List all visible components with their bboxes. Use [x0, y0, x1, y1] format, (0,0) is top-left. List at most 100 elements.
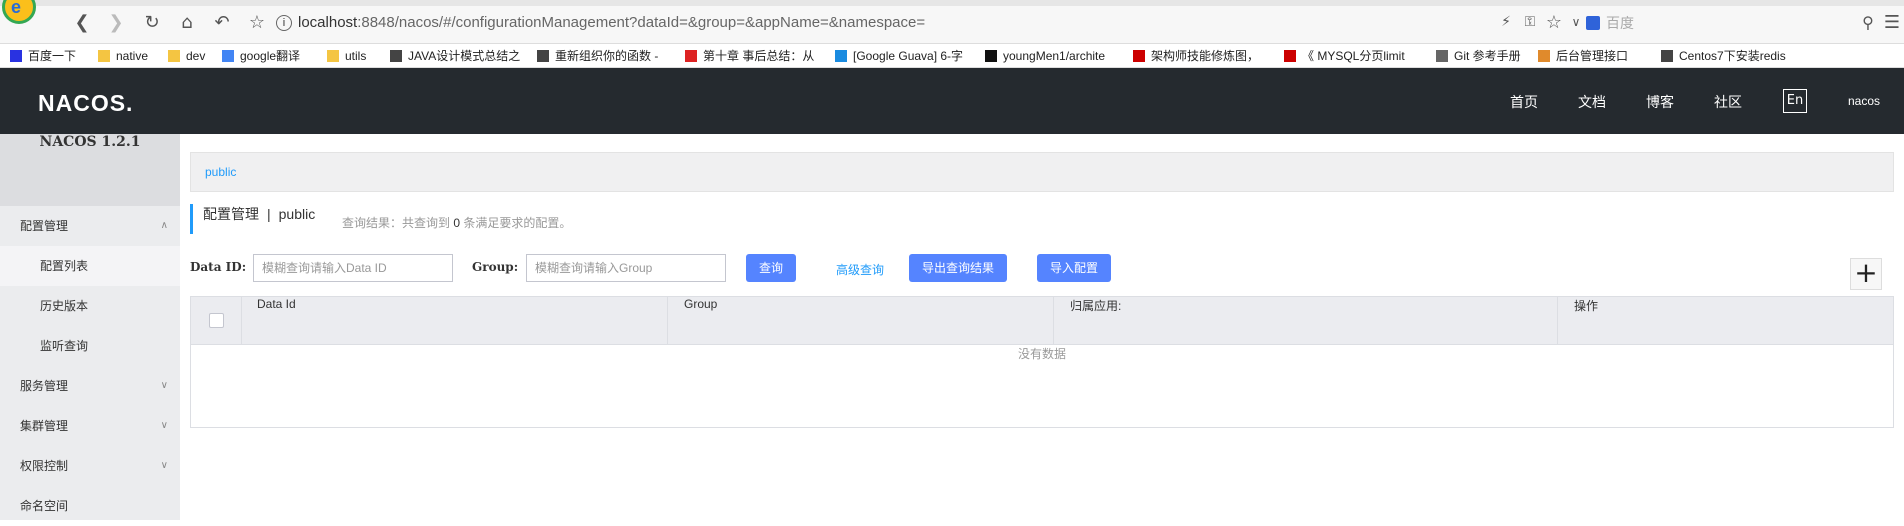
bookmark-label: native — [116, 49, 149, 63]
bookmark-item[interactable]: [Google Guava] 6-字 — [835, 48, 963, 64]
bookmark-item[interactable]: 百度一下 — [10, 48, 76, 64]
result-prefix: 查询结果：共查询到 — [342, 216, 451, 230]
column-header-group[interactable]: Group — [684, 297, 717, 345]
search-box[interactable]: 百度 — [1586, 11, 1886, 35]
page-title-namespace: public — [278, 206, 316, 222]
namespace-bar: public — [190, 152, 1894, 192]
sidebar-item-label: 集群管理 — [20, 419, 69, 433]
bookmark-label: JAVA设计模式总结之 — [408, 49, 521, 63]
bookmark-label: dev — [186, 49, 206, 63]
pen-icon — [537, 50, 549, 62]
bookmark-item[interactable]: google翻译 — [222, 48, 300, 64]
sidebar-item-history[interactable]: 历史版本 — [0, 286, 180, 326]
bookmark-item[interactable]: dev — [168, 48, 205, 64]
bookmark-item[interactable]: Git 参考手册 — [1436, 48, 1521, 64]
forward-icon[interactable]: ❯ — [104, 10, 128, 34]
bookmark-item[interactable]: 《 MYSQL分页limit — [1284, 48, 1405, 64]
url-host: localhost — [298, 14, 358, 31]
column-divider — [1557, 297, 1558, 345]
column-divider — [241, 297, 242, 345]
tab-strip — [0, 0, 1904, 6]
folder-icon — [168, 50, 180, 62]
column-header-data-id[interactable]: Data Id — [257, 297, 296, 345]
bookmark-item[interactable]: Centos7下安装redis — [1661, 48, 1786, 64]
group-label: Group: — [472, 260, 519, 274]
doc-icon — [1436, 50, 1448, 62]
key-icon[interactable]: ⚿ — [1518, 10, 1542, 34]
sidebar-item-label: 服务管理 — [20, 379, 69, 393]
site-info-icon[interactable]: i — [276, 15, 292, 32]
github-icon — [985, 50, 997, 62]
data-id-input[interactable]: 模糊查询请输入Data ID — [253, 254, 453, 282]
bookmark-item[interactable]: 后台管理接口 — [1538, 48, 1628, 64]
bookmark-label: Centos7下安装redis — [1679, 49, 1786, 63]
sidebar-item-listener-query[interactable]: 监听查询 — [0, 326, 180, 366]
undo-icon[interactable]: ↶ — [210, 10, 234, 34]
page-title: 配置管理 | public — [190, 204, 315, 234]
user-name[interactable]: nacos — [1848, 94, 1880, 108]
url-path: :8848/nacos/#/configurationManagement?da… — [357, 14, 926, 31]
bookmark-item[interactable]: youngMen1/archite — [985, 48, 1105, 64]
lightning-icon[interactable]: ⚡ — [1494, 10, 1518, 34]
select-all-checkbox[interactable] — [209, 313, 224, 328]
bookmark-label: 百度一下 — [28, 49, 77, 63]
search-icon[interactable]: ⚲ — [1856, 10, 1880, 34]
bookmark-item[interactable]: 重新组织你的函数 - — [537, 48, 658, 64]
sidebar-item-access-control[interactable]: 权限控制 ∨ — [0, 446, 180, 486]
chevron-up-icon: ∧ — [160, 220, 168, 231]
namespace-tab-public[interactable]: public — [205, 165, 236, 179]
sidebar-item-config-list[interactable]: 配置列表 — [0, 246, 180, 286]
bookmark-icon — [1661, 50, 1673, 62]
table-header: Data Id Group 归属应用: 操作 — [191, 297, 1893, 345]
home-icon[interactable]: ⌂ — [175, 10, 199, 34]
sidebar: NACOS 1.2.1 配置管理 ∧ 配置列表 历史版本 监听查询 服务管理 ∨… — [0, 134, 180, 520]
sidebar-item-namespace[interactable]: 命名空间 — [0, 486, 180, 526]
bookmark-label: 后台管理接口 — [1556, 49, 1629, 63]
bookmark-label: google翻译 — [240, 49, 301, 63]
group-input[interactable]: 模糊查询请输入Group — [526, 254, 726, 282]
language-toggle[interactable]: En — [1783, 89, 1807, 113]
nav-blog[interactable]: 博客 — [1646, 92, 1674, 112]
bookmark-item[interactable]: 第十章 事后总结：从 — [685, 48, 814, 64]
data-id-label: Data ID: — [190, 260, 247, 274]
nav-home[interactable]: 首页 — [1510, 92, 1538, 112]
favorite-star-icon[interactable]: ☆ — [1542, 10, 1566, 34]
nacos-logo[interactable]: NACOS. — [38, 90, 133, 117]
sidebar-item-label: 配置列表 — [40, 259, 89, 273]
empty-state-text: 没有数据 — [1017, 347, 1066, 361]
nav-community[interactable]: 社区 — [1714, 92, 1742, 112]
bookmark-star-icon[interactable]: ☆ — [245, 10, 269, 34]
sidebar-item-cluster-management[interactable]: 集群管理 ∨ — [0, 406, 180, 446]
translate-icon — [222, 50, 234, 62]
result-suffix: 条满足要求的配置。 — [463, 216, 572, 230]
advanced-query-link[interactable]: 高级查询 — [836, 261, 884, 278]
bookmark-item[interactable]: native — [98, 48, 148, 64]
chevron-down-icon: ∨ — [160, 420, 168, 431]
query-button[interactable]: 查询 — [746, 254, 796, 282]
bookmark-label: utils — [345, 49, 367, 63]
sidebar-item-label: 配置管理 — [20, 219, 69, 233]
export-results-button[interactable]: 导出查询结果 — [909, 254, 1007, 282]
menu-icon[interactable]: ☰ — [1880, 10, 1904, 34]
bookmark-item[interactable]: 架构师技能修炼图， — [1133, 48, 1259, 64]
sidebar-item-config-management[interactable]: 配置管理 ∧ — [0, 206, 180, 246]
bookmark-item[interactable]: utils — [327, 48, 366, 64]
main-content: public 配置管理 | public 查询结果：共查询到 0 条满足要求的配置。… — [180, 134, 1904, 520]
back-icon[interactable]: ❮ — [70, 10, 94, 34]
sidebar-item-label: 历史版本 — [40, 299, 89, 313]
bookmark-label: 《 MYSQL分页limit — [1302, 49, 1405, 63]
nav-docs[interactable]: 文档 — [1578, 92, 1606, 112]
flag-icon — [685, 50, 697, 62]
column-header-app[interactable]: 归属应用: — [1070, 297, 1121, 345]
address-bar[interactable]: i localhost:8848/nacos/#/configurationMan… — [276, 11, 1486, 35]
bookmark-item[interactable]: JAVA设计模式总结之 — [390, 48, 520, 64]
import-config-button[interactable]: 导入配置 — [1037, 254, 1111, 282]
reload-icon[interactable]: ↻ — [140, 10, 164, 34]
bookmark-icon — [390, 50, 402, 62]
result-count: 0 — [453, 216, 461, 230]
dropdown-chevron-icon[interactable]: ∨ — [1564, 10, 1588, 34]
add-config-button[interactable]: + — [1850, 258, 1882, 290]
column-divider — [1053, 297, 1054, 345]
sidebar-item-service-management[interactable]: 服务管理 ∨ — [0, 366, 180, 406]
title-separator: | — [267, 206, 271, 222]
